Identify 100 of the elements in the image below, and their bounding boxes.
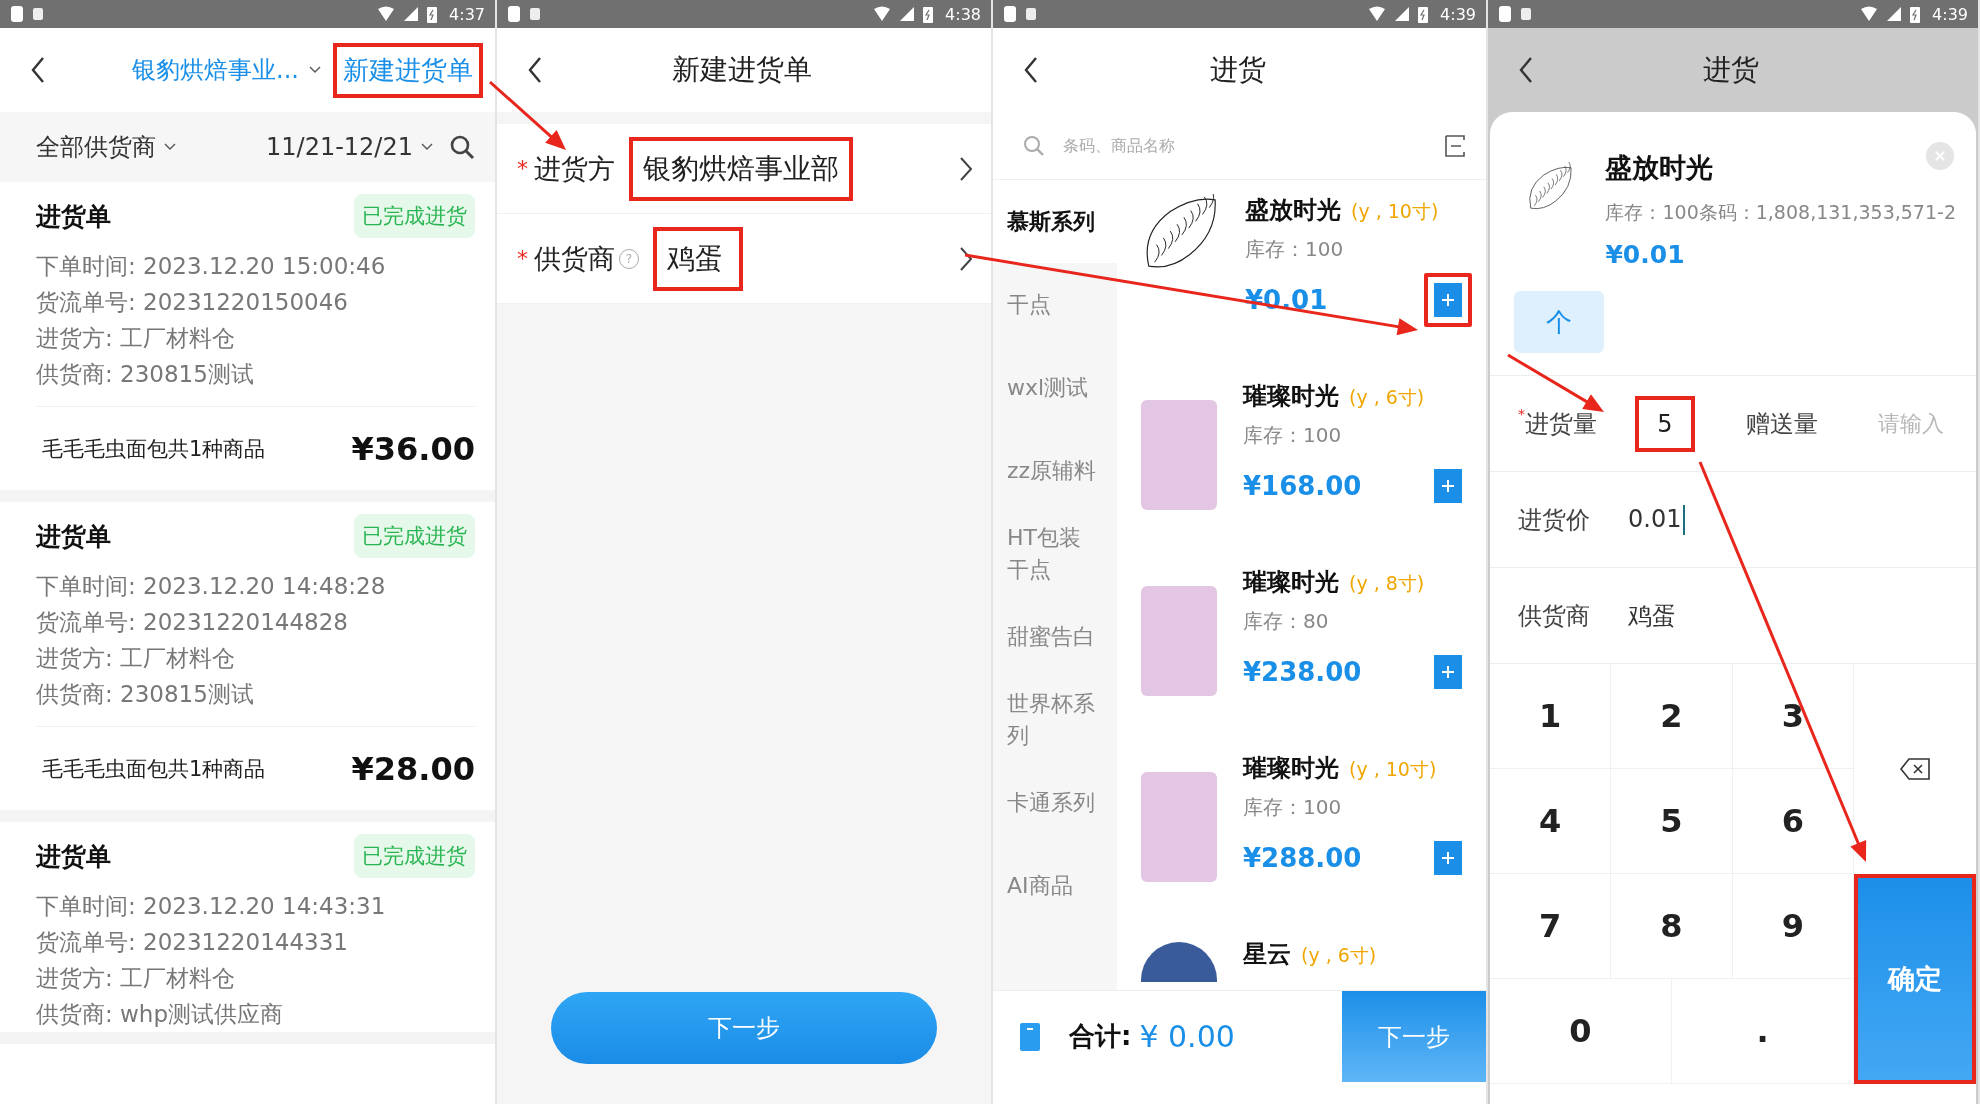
total-value: ¥ 0.00 — [1139, 1019, 1235, 1054]
product-spec: (y , 10寸) — [1351, 199, 1439, 224]
field-value[interactable]: 银豹烘焙事业部 — [629, 136, 853, 201]
notification-icon — [1025, 7, 1037, 21]
order-detail: 货流单号: 20231220150046 — [36, 288, 349, 317]
product-spec: (y , 8寸) — [1349, 571, 1425, 596]
field-label: 供货商 — [534, 241, 615, 276]
order-title: 进货单 — [36, 200, 111, 233]
keypad-key[interactable]: 8 — [1611, 874, 1733, 979]
wifi-icon — [873, 6, 892, 22]
keypad-key[interactable]: . — [1672, 979, 1854, 1084]
order-detail: 供货商: 230815测试 — [36, 680, 255, 709]
quantity-field[interactable]: 5 — [1635, 395, 1695, 452]
chevron-down-icon — [308, 66, 321, 74]
status-badge: 已完成进货 — [354, 834, 475, 878]
status-time: 4:39 — [1932, 4, 1968, 24]
order-detail: 进货方: 工厂材料仓 — [36, 324, 237, 353]
order-detail: 货流单号: 20231220144828 — [36, 608, 349, 637]
product-name: 盛放时光 — [1605, 151, 1714, 185]
product-stock: 库存：100 — [1243, 422, 1343, 449]
product-stock: 库存：100 — [1243, 794, 1343, 821]
order-amount: ¥28.00 — [351, 749, 475, 788]
page-title: 进货 — [1208, 52, 1267, 88]
total-label: 合计: — [1069, 1020, 1132, 1053]
product-name: 星云 — [1243, 939, 1291, 970]
product-name: 璀璨时光 — [1243, 753, 1339, 784]
product-info: 库存：100条码：1,808,131,353,571-2 — [1605, 200, 1956, 225]
order-detail: 进货方: 工厂材料仓 — [36, 964, 237, 993]
app-icon — [507, 5, 521, 23]
add-button[interactable] — [1424, 273, 1472, 327]
page-title: 进货 — [1702, 52, 1760, 88]
product-spec: (y , 10寸) — [1349, 757, 1437, 782]
app-icon — [1498, 5, 1512, 23]
field-value[interactable]: 0.01 — [1628, 504, 1686, 535]
battery-icon — [427, 5, 438, 23]
order-detail: 下单时间: 2023.12.20 14:48:28 — [36, 572, 387, 601]
keypad-key[interactable]: 1 — [1490, 664, 1612, 769]
product-name: 璀璨时光 — [1243, 381, 1339, 412]
form-row[interactable]: * 供货商 ? 鸡蛋 — [497, 214, 991, 304]
product-name: 璀璨时光 — [1243, 567, 1339, 598]
field-label: 供货商 — [1518, 600, 1591, 632]
page-title: 新建进货单 — [671, 52, 813, 88]
order-amount: ¥36.00 — [351, 429, 475, 468]
keypad-key[interactable]: 2 — [1611, 664, 1733, 769]
signal-icon — [899, 6, 916, 22]
chevron-right-icon — [959, 245, 973, 272]
keypad-key[interactable]: 5 — [1611, 769, 1733, 874]
battery-icon — [923, 5, 934, 23]
notification-icon — [529, 7, 541, 21]
field-label: 赠送量 — [1746, 408, 1819, 440]
wifi-icon — [1368, 6, 1387, 22]
app-icon — [1003, 5, 1017, 23]
keypad-key[interactable]: 0 — [1490, 979, 1672, 1084]
product-stock: 库存：100 — [1245, 236, 1345, 263]
order-title: 进货单 — [36, 840, 111, 873]
product-stock: 库存：80 — [1243, 608, 1330, 635]
field-label: 进货价 — [1518, 504, 1591, 536]
order-detail: 供货商: 230815测试 — [36, 360, 255, 389]
order-detail: 下单时间: 2023.12.20 15:00:46 — [36, 252, 387, 281]
cart-icon[interactable] — [1019, 1021, 1041, 1052]
signal-icon — [1394, 6, 1411, 22]
required-mark: * — [517, 246, 528, 271]
product-price: ¥168.00 — [1243, 471, 1362, 501]
chevron-right-icon — [959, 155, 973, 182]
field-value[interactable]: 鸡蛋 — [1628, 599, 1676, 632]
product-spec: (y , 6寸) — [1349, 385, 1425, 410]
order-detail: 供货商: whp测试供应商 — [36, 1000, 285, 1029]
scan-icon[interactable] — [1444, 133, 1466, 158]
order-detail: 下单时间: 2023.12.20 14:43:31 — [36, 892, 387, 921]
signal-icon — [403, 6, 420, 22]
status-time: 4:37 — [449, 4, 485, 24]
app-icon — [10, 5, 24, 23]
keypad-key[interactable]: 4 — [1490, 769, 1612, 874]
status-time: 4:38 — [945, 4, 981, 24]
keypad-key[interactable]: 7 — [1490, 874, 1612, 979]
field-value[interactable]: 鸡蛋 — [653, 226, 743, 291]
chevron-down-icon — [421, 143, 433, 151]
keypad-key[interactable]: 6 — [1732, 769, 1854, 874]
notification-icon — [32, 7, 44, 21]
order-summary: 毛毛毛虫面包共1种商品 — [41, 755, 266, 783]
status-badge: 已完成进货 — [354, 194, 475, 238]
field-label: 进货量 — [1525, 408, 1598, 440]
battery-icon — [1910, 5, 1921, 23]
search-icon[interactable] — [449, 134, 475, 160]
backspace-icon — [1900, 758, 1930, 780]
supplier-filter[interactable]: 全部供货商 — [36, 131, 176, 163]
wifi-icon — [1860, 6, 1879, 22]
required-mark: * — [517, 156, 528, 181]
keypad-key[interactable]: 3 — [1732, 664, 1854, 769]
order-detail: 货流单号: 20231220144331 — [36, 928, 349, 957]
order-detail: 进货方: 工厂材料仓 — [36, 644, 237, 673]
notification-icon — [1520, 7, 1532, 21]
keypad-key[interactable]: 9 — [1732, 874, 1854, 979]
form-row[interactable]: * 进货方 银豹烘焙事业部 — [497, 124, 991, 214]
date-filter[interactable]: 11/21-12/21 — [266, 133, 433, 161]
category-item[interactable]: 慕斯系列 — [993, 180, 1117, 263]
product-price: ¥0.01 — [1605, 240, 1685, 269]
field-label: 进货方 — [534, 151, 615, 186]
product-price: ¥238.00 — [1243, 657, 1362, 687]
status-badge: 已完成进货 — [354, 514, 475, 558]
